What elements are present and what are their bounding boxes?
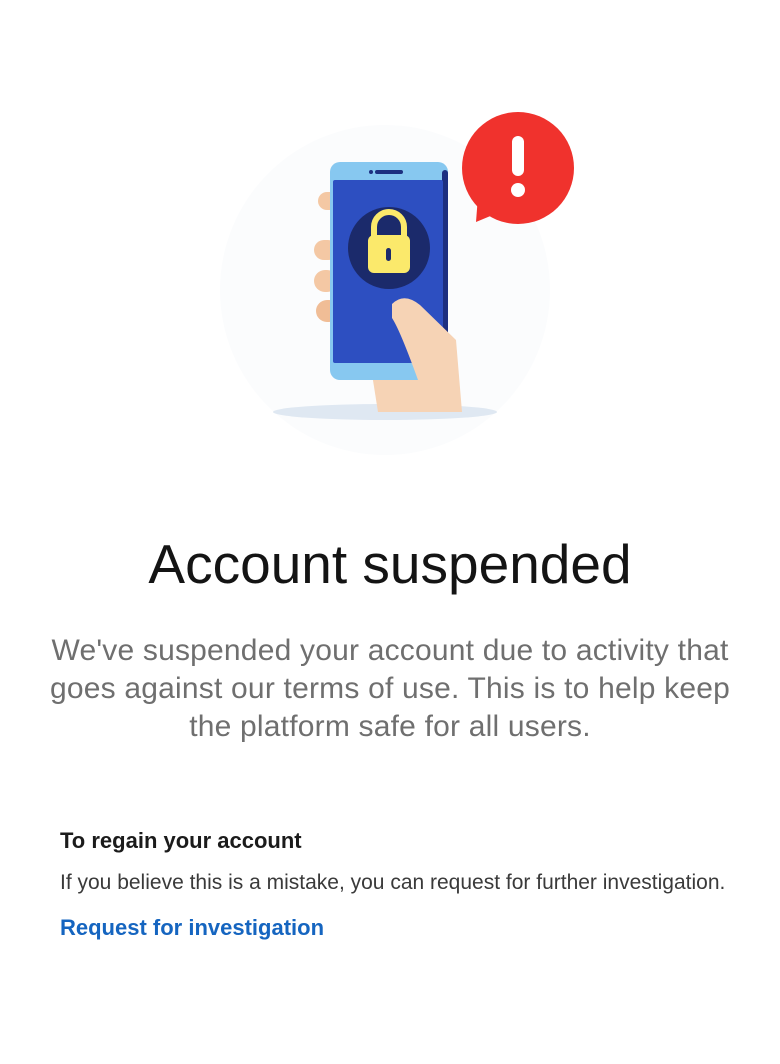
regain-account-section: To regain your account If you believe th…: [60, 826, 740, 943]
locked-phone-alert-icon: [220, 112, 574, 455]
lock-icon: [348, 207, 430, 289]
regain-explanation: If you believe this is a mistake, you ca…: [60, 871, 726, 894]
suspension-description: We've suspended your account due to acti…: [49, 634, 730, 743]
regain-heading: To regain your account: [60, 828, 302, 853]
request-investigation-link[interactable]: Request for investigation: [60, 913, 324, 943]
alert-icon: [462, 112, 574, 224]
suspension-illustration: [0, 0, 780, 470]
page-title: Account suspended: [148, 533, 632, 595]
